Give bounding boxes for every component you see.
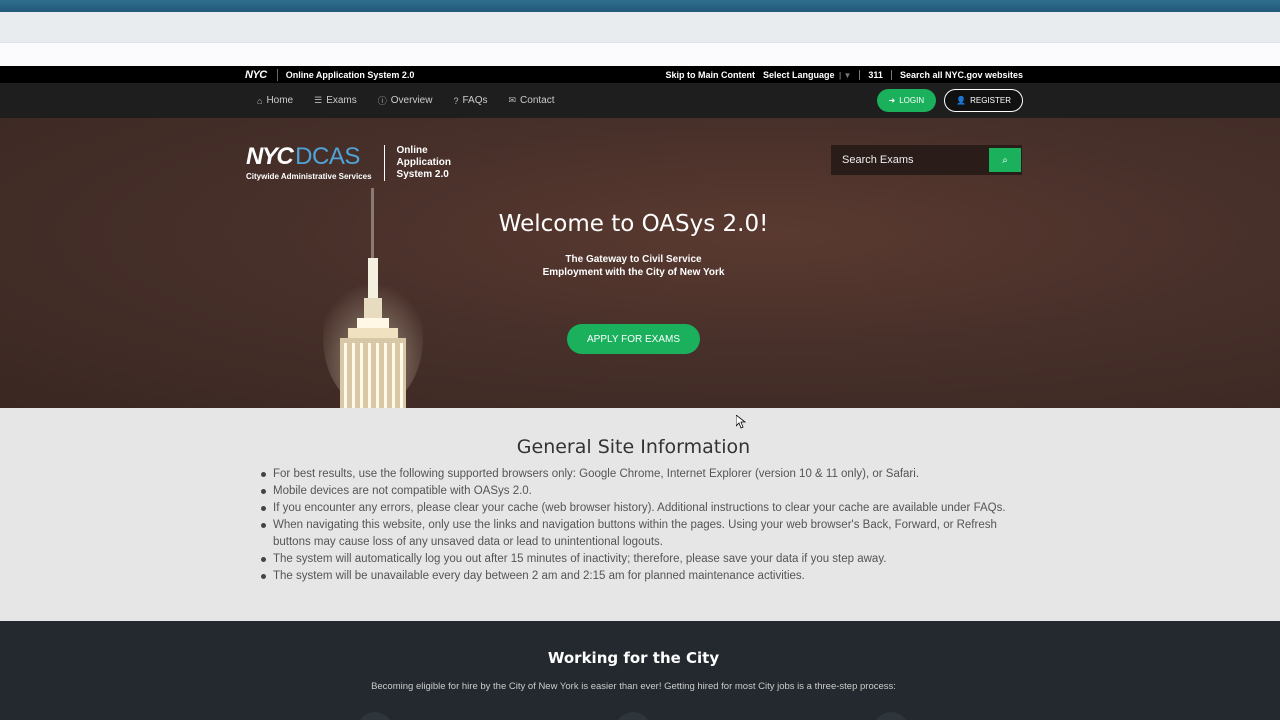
login-label: LOGIN	[899, 96, 925, 105]
nyc-logo[interactable]: NYC	[245, 68, 278, 81]
nav-item-exams[interactable]: ☰ Exams	[314, 95, 357, 106]
browser-top-band	[0, 0, 1280, 12]
311-link[interactable]: 311	[868, 70, 883, 80]
list-item: For best results, use the following supp…	[261, 466, 1008, 483]
step-icon	[873, 712, 909, 720]
general-site-information: General Site Information For best result…	[0, 408, 1280, 621]
divider	[383, 145, 385, 181]
apply-for-exams-button[interactable]: APPLY FOR EXAMS	[567, 324, 700, 354]
nav-item-home[interactable]: ⌂ Home	[257, 95, 293, 106]
question-icon: ?	[453, 95, 459, 106]
step-icon	[357, 712, 393, 720]
brand-nyc: NYC	[246, 143, 294, 170]
skip-to-main-link[interactable]: Skip to Main Content	[665, 70, 755, 80]
section-subtitle: Becoming eligible for hire by the City o…	[371, 681, 896, 692]
nav-item-faqs[interactable]: ? FAQs	[453, 95, 487, 106]
brand-oas-line: Online	[396, 145, 428, 156]
search-all-nyc-link[interactable]: Search all NYC.gov websites	[900, 70, 1023, 80]
select-language-label: Select Language	[762, 69, 835, 80]
list-item: If you encounter any errors, please clea…	[261, 500, 1008, 517]
hero-banner: NYC DCAS Citywide Administrative Service…	[0, 118, 1280, 408]
list-icon: ☰	[314, 95, 323, 105]
utility-title: Online Application System 2.0	[285, 69, 415, 80]
list-item: The system will be unavailable every day…	[261, 568, 1008, 585]
brand-oas-line: Application	[396, 157, 451, 168]
brand-oas-label: Online Application System 2.0	[397, 145, 451, 181]
nav-item-label: Overview	[390, 95, 433, 106]
nav-item-contact[interactable]: ✉ Contact	[509, 95, 555, 106]
divider	[890, 69, 892, 80]
utility-bar: NYC Online Application System 2.0 Skip t…	[0, 66, 1280, 83]
section-title: Working for the City	[547, 649, 720, 667]
envelope-icon: ✉	[508, 95, 517, 105]
nav-item-label: Exams	[326, 95, 357, 106]
step-icon	[615, 712, 651, 720]
nav-item-label: FAQs	[462, 95, 488, 106]
info-icon: ⓘ	[377, 96, 387, 106]
nav-item-label: Home	[266, 95, 294, 106]
user-plus-icon: 👤	[956, 96, 967, 105]
home-icon: ⌂	[257, 95, 263, 106]
info-list: For best results, use the following supp…	[261, 466, 1008, 585]
register-label: REGISTER	[970, 96, 1011, 105]
login-button[interactable]: ➜ LOGIN	[876, 89, 937, 112]
brand-dcas: DCAS	[295, 143, 360, 170]
mouse-cursor-icon	[736, 415, 746, 429]
search-icon: ⌕	[1002, 154, 1008, 166]
brand-oas-line: System 2.0	[396, 169, 449, 180]
hero-subtitle: The Gateway to Civil Service Employment …	[0, 253, 1267, 279]
search-exams-box: ⌕	[831, 145, 1022, 175]
brand-subtitle: Citywide Administrative Services	[246, 172, 372, 181]
main-nav: ⌂ Home ☰ Exams ⓘ Overview ? FAQs ✉ Conta…	[0, 83, 1280, 118]
list-item: Mobile devices are not compatible with O…	[261, 483, 1008, 500]
search-button[interactable]: ⌕	[989, 148, 1021, 172]
register-button[interactable]: 👤 REGISTER	[944, 89, 1023, 112]
nav-item-overview[interactable]: ⓘ Overview	[378, 94, 433, 107]
list-item: The system will automatically log you ou…	[261, 551, 1008, 568]
select-language-dropdown[interactable]: Select Language | ▼	[763, 70, 851, 80]
hero-subtitle-line: Employment with the City of New York	[542, 267, 725, 278]
hero-subtitle-line: The Gateway to Civil Service	[565, 254, 702, 265]
nav-item-label: Contact	[520, 95, 555, 106]
list-item: When navigating this website, only use t…	[261, 517, 1008, 551]
hero-title: Welcome to OASys 2.0!	[498, 211, 769, 237]
browser-bookmarks-bar	[0, 42, 1280, 66]
divider	[859, 69, 861, 80]
chevron-down-icon: | ▼	[839, 70, 852, 80]
sign-in-icon: ➜	[888, 96, 896, 105]
dcas-brand-logo[interactable]: NYC DCAS Citywide Administrative Service…	[246, 145, 451, 181]
browser-toolbar	[0, 12, 1280, 42]
search-exams-input[interactable]	[831, 145, 989, 175]
working-for-the-city: Working for the City Becoming eligible f…	[0, 621, 1280, 720]
section-title: General Site Information	[516, 436, 751, 458]
